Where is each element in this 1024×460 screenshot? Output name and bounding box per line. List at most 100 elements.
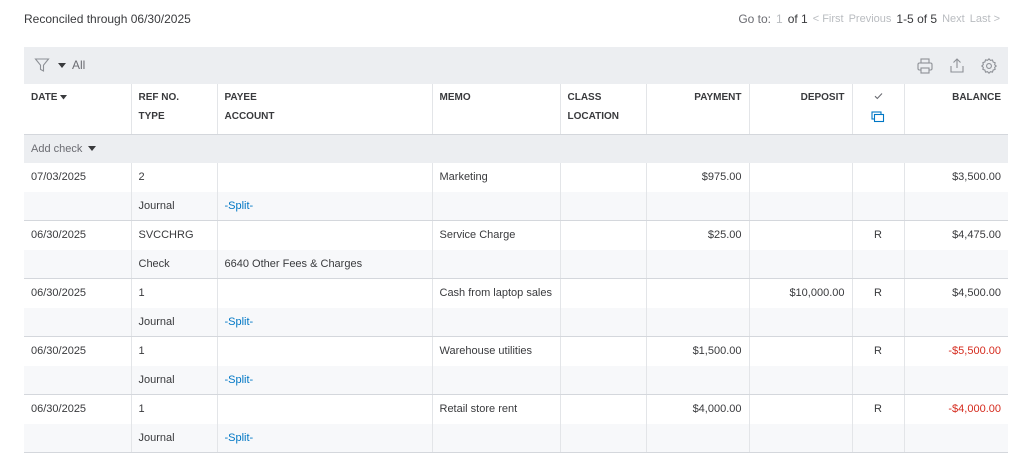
register-table: DATE REF NO. PAYEE MEMO CLASS PAYMENT DE… [24, 84, 1008, 453]
attachment-icon[interactable] [871, 111, 885, 123]
goto-page-input[interactable]: 1 [776, 12, 783, 26]
memo-column-header[interactable]: MEMO [432, 84, 561, 108]
settings-icon[interactable] [980, 57, 998, 75]
sort-caret-icon [60, 95, 68, 100]
ref-no-cell: SVCCHRG [131, 220, 218, 250]
caret-down-icon [58, 63, 66, 68]
split-link[interactable]: -Split- [217, 423, 433, 453]
pagination: Go to: 1 of 1 < First Previous 1-5 of 5 … [738, 12, 1000, 26]
export-icon[interactable] [948, 57, 966, 75]
payment-cell: $1,500.00 [646, 336, 750, 366]
location-cell [560, 307, 647, 337]
payee-cell [217, 162, 433, 192]
location-cell [560, 191, 647, 221]
type-cell: Journal [131, 365, 218, 395]
payee-cell [217, 278, 433, 308]
class-column-header[interactable]: CLASS [560, 84, 647, 108]
print-icon[interactable] [916, 57, 934, 75]
filter-value: All [72, 58, 86, 72]
reconcile-status-cell: R [852, 278, 905, 308]
reconcile-status-cell: R [852, 220, 905, 250]
reconcile-status-column-header[interactable] [852, 84, 905, 108]
last-page-link[interactable]: Last > [970, 13, 1000, 25]
add-check-button[interactable]: Add check [31, 143, 97, 155]
ref-no-cell: 1 [131, 336, 218, 366]
memo-cell: Warehouse utilities [432, 336, 561, 366]
location-column-header[interactable]: LOCATION [560, 108, 647, 135]
page-of-text: of 1 [787, 12, 808, 26]
payment-column-header[interactable]: PAYMENT [646, 84, 750, 108]
reconcile-status-cell [852, 162, 905, 192]
table-row[interactable]: 06/30/2025 1 Warehouse utilities $1,500.00 R… [24, 336, 1008, 366]
reconcile-status-cell: R [852, 394, 905, 424]
register-header: Reconciled through 06/30/2025 Go to: 1 o… [24, 12, 1000, 32]
split-link[interactable]: -Split- [217, 191, 433, 221]
page-range-text: 1-5 of 5 [896, 12, 938, 26]
table-row-detail[interactable]: Journal -Split- [24, 307, 1008, 337]
table-row-detail[interactable]: Journal -Split- [24, 365, 1008, 395]
ref-no-column-header[interactable]: REF NO. [131, 84, 218, 108]
type-cell: Journal [131, 191, 218, 221]
reconciled-through-text: Reconciled through 06/30/2025 [24, 12, 191, 26]
deposit-cell [749, 162, 853, 192]
table-row-detail[interactable]: Journal -Split- [24, 191, 1008, 221]
location-cell [560, 249, 647, 279]
account-column-header[interactable]: ACCOUNT [217, 108, 433, 135]
account-cell: 6640 Other Fees & Charges [217, 249, 433, 279]
table-row[interactable]: 07/03/2025 2 Marketing $975.00 $3,500.00 [24, 162, 1008, 192]
reconcile-status-cell: R [852, 336, 905, 366]
payment-cell: $25.00 [646, 220, 750, 250]
date-cell: 06/30/2025 [24, 278, 132, 308]
filter-control[interactable]: All [34, 57, 85, 73]
memo-cell: Cash from laptop sales [432, 278, 561, 308]
table-row-detail[interactable]: Journal -Split- [24, 423, 1008, 453]
memo-cell: Marketing [432, 162, 561, 192]
payee-column-header[interactable]: PAYEE [217, 84, 433, 108]
balance-cell: $4,500.00 [904, 278, 1008, 308]
balance-column-header[interactable]: BALANCE [904, 84, 1008, 108]
date-cell: 07/03/2025 [24, 162, 132, 192]
payment-cell: $4,000.00 [646, 394, 750, 424]
location-cell [560, 423, 647, 453]
payment-cell [646, 278, 750, 308]
filter-icon[interactable] [34, 57, 50, 73]
ref-no-cell: 1 [131, 394, 218, 424]
balance-cell: $4,475.00 [904, 220, 1008, 250]
payment-cell: $975.00 [646, 162, 750, 192]
type-column-header[interactable]: TYPE [131, 108, 218, 135]
deposit-column-header[interactable]: DEPOSIT [749, 84, 853, 108]
table-row[interactable]: 06/30/2025 SVCCHRG Service Charge $25.00 R $4… [24, 220, 1008, 250]
balance-cell: -$5,500.00 [904, 336, 1008, 366]
memo-cell: Retail store rent [432, 394, 561, 424]
payee-cell [217, 220, 433, 250]
location-cell [560, 365, 647, 395]
date-cell: 06/30/2025 [24, 336, 132, 366]
type-cell: Journal [131, 307, 218, 337]
class-cell [560, 278, 647, 308]
date-cell: 06/30/2025 [24, 220, 132, 250]
payee-cell [217, 394, 433, 424]
split-link[interactable]: -Split- [217, 307, 433, 337]
type-cell: Check [131, 249, 218, 279]
add-check-row: Add check [24, 134, 1008, 163]
type-cell: Journal [131, 423, 218, 453]
table-row[interactable]: 06/30/2025 1 Retail store rent $4,000.00 R -$… [24, 394, 1008, 424]
date-column-header[interactable]: DATE [24, 84, 132, 108]
first-page-link[interactable]: < First [813, 13, 844, 25]
deposit-cell [749, 220, 853, 250]
next-page-link[interactable]: Next [942, 13, 965, 25]
goto-label: Go to: [738, 12, 772, 26]
table-row[interactable]: 06/30/2025 1 Cash from laptop sales $10,000… [24, 278, 1008, 308]
previous-page-link[interactable]: Previous [849, 13, 892, 25]
class-cell [560, 336, 647, 366]
ref-no-cell: 2 [131, 162, 218, 192]
table-row-detail[interactable]: Check 6640 Other Fees & Charges [24, 249, 1008, 279]
split-link[interactable]: -Split- [217, 365, 433, 395]
balance-cell: $3,500.00 [904, 162, 1008, 192]
date-cell: 06/30/2025 [24, 394, 132, 424]
deposit-cell [749, 336, 853, 366]
register-table-container: All DATE REF NO. PAYEE MEMO CLASS PAYMEN… [24, 47, 1008, 453]
class-cell [560, 162, 647, 192]
balance-cell: -$4,000.00 [904, 394, 1008, 424]
class-cell [560, 394, 647, 424]
